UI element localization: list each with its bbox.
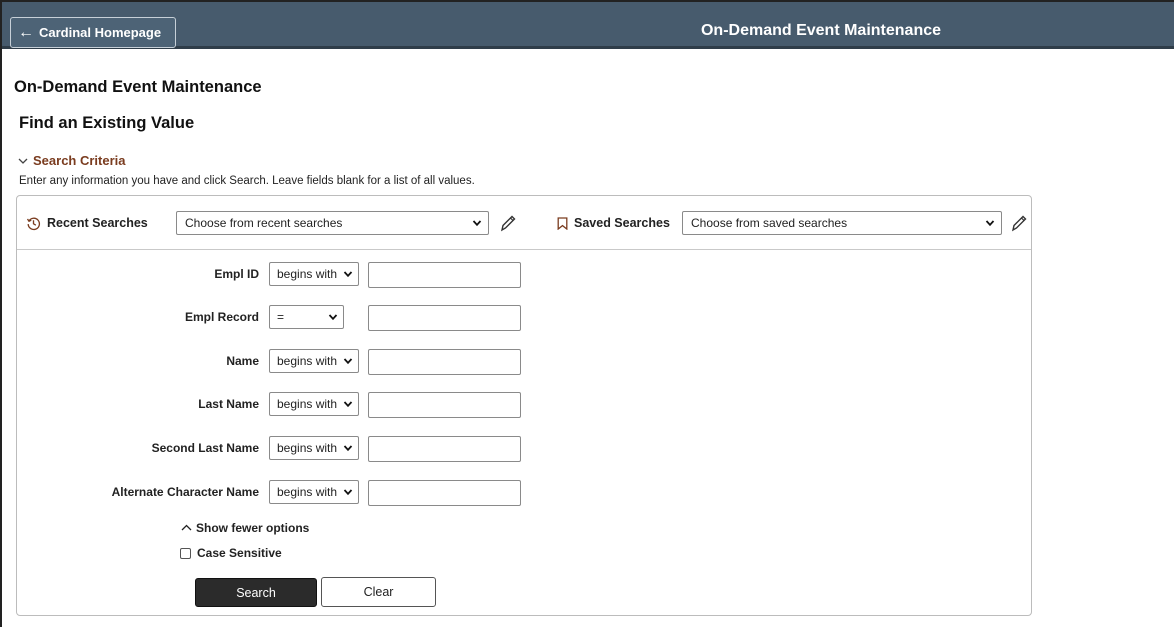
chevron-down-icon [343, 445, 353, 452]
case-sensitive-label: Case Sensitive [197, 546, 282, 560]
alternate-character-name-input[interactable] [368, 480, 521, 506]
search-button[interactable]: Search [195, 578, 317, 607]
page-subtitle: Find an Existing Value [19, 114, 195, 132]
operator-value: = [277, 310, 285, 324]
field-label: Alternate Character Name [111, 485, 259, 499]
chevron-down-icon [343, 271, 353, 278]
last-name-operator-select[interactable]: begins with [269, 392, 359, 416]
field-row-empl-record: Empl Record = [17, 305, 617, 331]
field-row-name: Name begins with [17, 349, 617, 375]
operator-value: begins with [277, 485, 338, 499]
operator-value: begins with [277, 354, 338, 368]
empl-record-operator-select[interactable]: = [269, 305, 344, 329]
show-fewer-options-link[interactable]: Show fewer options [181, 521, 309, 535]
chevron-down-icon [343, 401, 353, 408]
chevron-down-icon [18, 158, 28, 164]
field-label: Second Last Name [151, 441, 259, 455]
show-fewer-options-label: Show fewer options [196, 521, 310, 535]
recent-searches-group: Recent Searches Choose from recent searc… [26, 211, 517, 235]
case-sensitive-checkbox[interactable] [180, 547, 191, 559]
edit-saved-searches-pencil-icon[interactable] [1010, 213, 1028, 233]
operator-value: begins with [277, 397, 338, 411]
field-row-alternate-character-name: Alternate Character Name begins with [17, 480, 617, 506]
chevron-down-icon [328, 314, 338, 321]
chevron-down-icon [472, 220, 482, 227]
saved-searches-label: Saved Searches [574, 216, 670, 230]
operator-value: begins with [277, 267, 338, 281]
saved-searches-label-wrap: Saved Searches [557, 216, 682, 230]
chevron-down-icon [985, 220, 995, 227]
recent-searches-value: Choose from recent searches [185, 216, 343, 230]
history-icon [26, 217, 41, 230]
empl-record-input[interactable] [368, 305, 521, 331]
recent-searches-label-wrap: Recent Searches [26, 216, 176, 231]
last-name-input[interactable] [368, 392, 521, 418]
cardinal-homepage-label: Cardinal Homepage [39, 25, 162, 40]
field-label: Name [226, 354, 259, 368]
recent-searches-label: Recent Searches [47, 216, 148, 230]
empl-id-operator-select[interactable]: begins with [269, 262, 359, 286]
field-row-last-name: Last Name begins with [17, 392, 617, 418]
banner-title: On-Demand Event Maintenance [700, 22, 942, 39]
saved-searches-bar: Recent Searches Choose from recent searc… [17, 196, 1031, 250]
field-label: Empl Record [184, 310, 259, 324]
clear-button[interactable]: Clear [321, 577, 436, 607]
edit-recent-searches-pencil-icon[interactable] [499, 213, 517, 233]
cardinal-homepage-button[interactable]: ← Cardinal Homepage [10, 17, 176, 48]
page-title: On-Demand Event Maintenance [14, 78, 262, 96]
chevron-down-icon [343, 358, 353, 365]
search-panel: Recent Searches Choose from recent searc… [16, 195, 1032, 616]
back-arrow-icon: ← [18, 23, 34, 41]
saved-searches-group: Saved Searches Choose from saved searche… [557, 211, 1028, 235]
alternate-character-name-operator-select[interactable]: begins with [269, 480, 359, 504]
recent-searches-select[interactable]: Choose from recent searches [176, 211, 489, 235]
field-row-empl-id: Empl ID begins with [17, 262, 617, 288]
chevron-up-icon [181, 524, 192, 531]
bookmark-icon [557, 216, 568, 230]
name-operator-select[interactable]: begins with [269, 349, 359, 373]
search-instructions: Enter any information you have and click… [19, 175, 475, 187]
second-last-name-operator-select[interactable]: begins with [269, 436, 359, 460]
operator-value: begins with [277, 441, 338, 455]
field-label: Empl ID [214, 267, 259, 281]
chevron-down-icon [343, 489, 353, 496]
saved-searches-select[interactable]: Choose from saved searches [682, 211, 1002, 235]
top-banner: ← Cardinal Homepage On-Demand Event Main… [2, 2, 1174, 49]
search-criteria-toggle[interactable]: Search Criteria [18, 153, 126, 168]
second-last-name-input[interactable] [368, 436, 521, 462]
saved-searches-value: Choose from saved searches [691, 216, 848, 230]
search-criteria-label: Search Criteria [33, 153, 126, 168]
field-label: Last Name [198, 397, 259, 411]
case-sensitive-option: Case Sensitive [180, 546, 282, 560]
name-input[interactable] [368, 349, 521, 375]
empl-id-input[interactable] [368, 262, 521, 288]
field-row-second-last-name: Second Last Name begins with [17, 436, 617, 462]
